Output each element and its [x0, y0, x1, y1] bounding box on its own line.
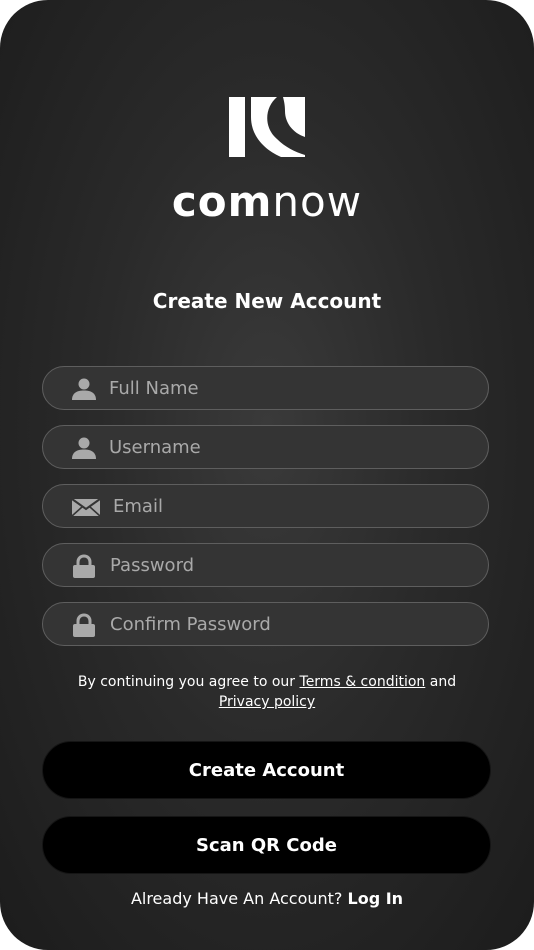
terms-middle: and	[425, 674, 457, 690]
email-field[interactable]: Email	[42, 484, 489, 528]
email-placeholder: Email	[113, 496, 163, 517]
login-prompt: Already Have An Account? Log In	[0, 889, 534, 908]
comnow-logo-icon	[229, 97, 305, 157]
terms-notice: By continuing you agree to our Terms & c…	[30, 672, 504, 712]
username-placeholder: Username	[109, 437, 201, 458]
terms-prefix: By continuing you agree to our	[77, 674, 300, 690]
log-in-link[interactable]: Log In	[348, 889, 404, 908]
full-name-field[interactable]: Full Name	[42, 366, 489, 410]
confirm-password-placeholder: Confirm Password	[110, 614, 271, 635]
privacy-policy-link[interactable]: Privacy policy	[219, 694, 315, 710]
confirm-password-field[interactable]: Confirm Password	[42, 602, 489, 646]
person-icon	[72, 378, 96, 400]
create-account-button[interactable]: Create Account	[42, 741, 491, 799]
full-name-placeholder: Full Name	[109, 378, 199, 399]
password-placeholder: Password	[110, 555, 195, 576]
brand-name-light: now	[272, 177, 363, 226]
brand-name-bold: com	[171, 177, 273, 226]
scan-qr-code-button[interactable]: Scan QR Code	[42, 816, 491, 874]
envelope-icon	[71, 498, 101, 517]
page-title: Create New Account	[152, 289, 382, 313]
terms-link[interactable]: Terms & condition	[300, 674, 426, 690]
person-icon	[72, 437, 96, 459]
login-prompt-text: Already Have An Account?	[130, 889, 348, 908]
lock-icon	[73, 554, 95, 578]
password-field[interactable]: Password	[42, 543, 489, 587]
brand-wordmark: comnow	[0, 178, 534, 226]
app-screen: comnow Create New Account Full Name User…	[0, 0, 534, 950]
username-field[interactable]: Username	[42, 425, 489, 469]
lock-icon	[73, 613, 95, 637]
